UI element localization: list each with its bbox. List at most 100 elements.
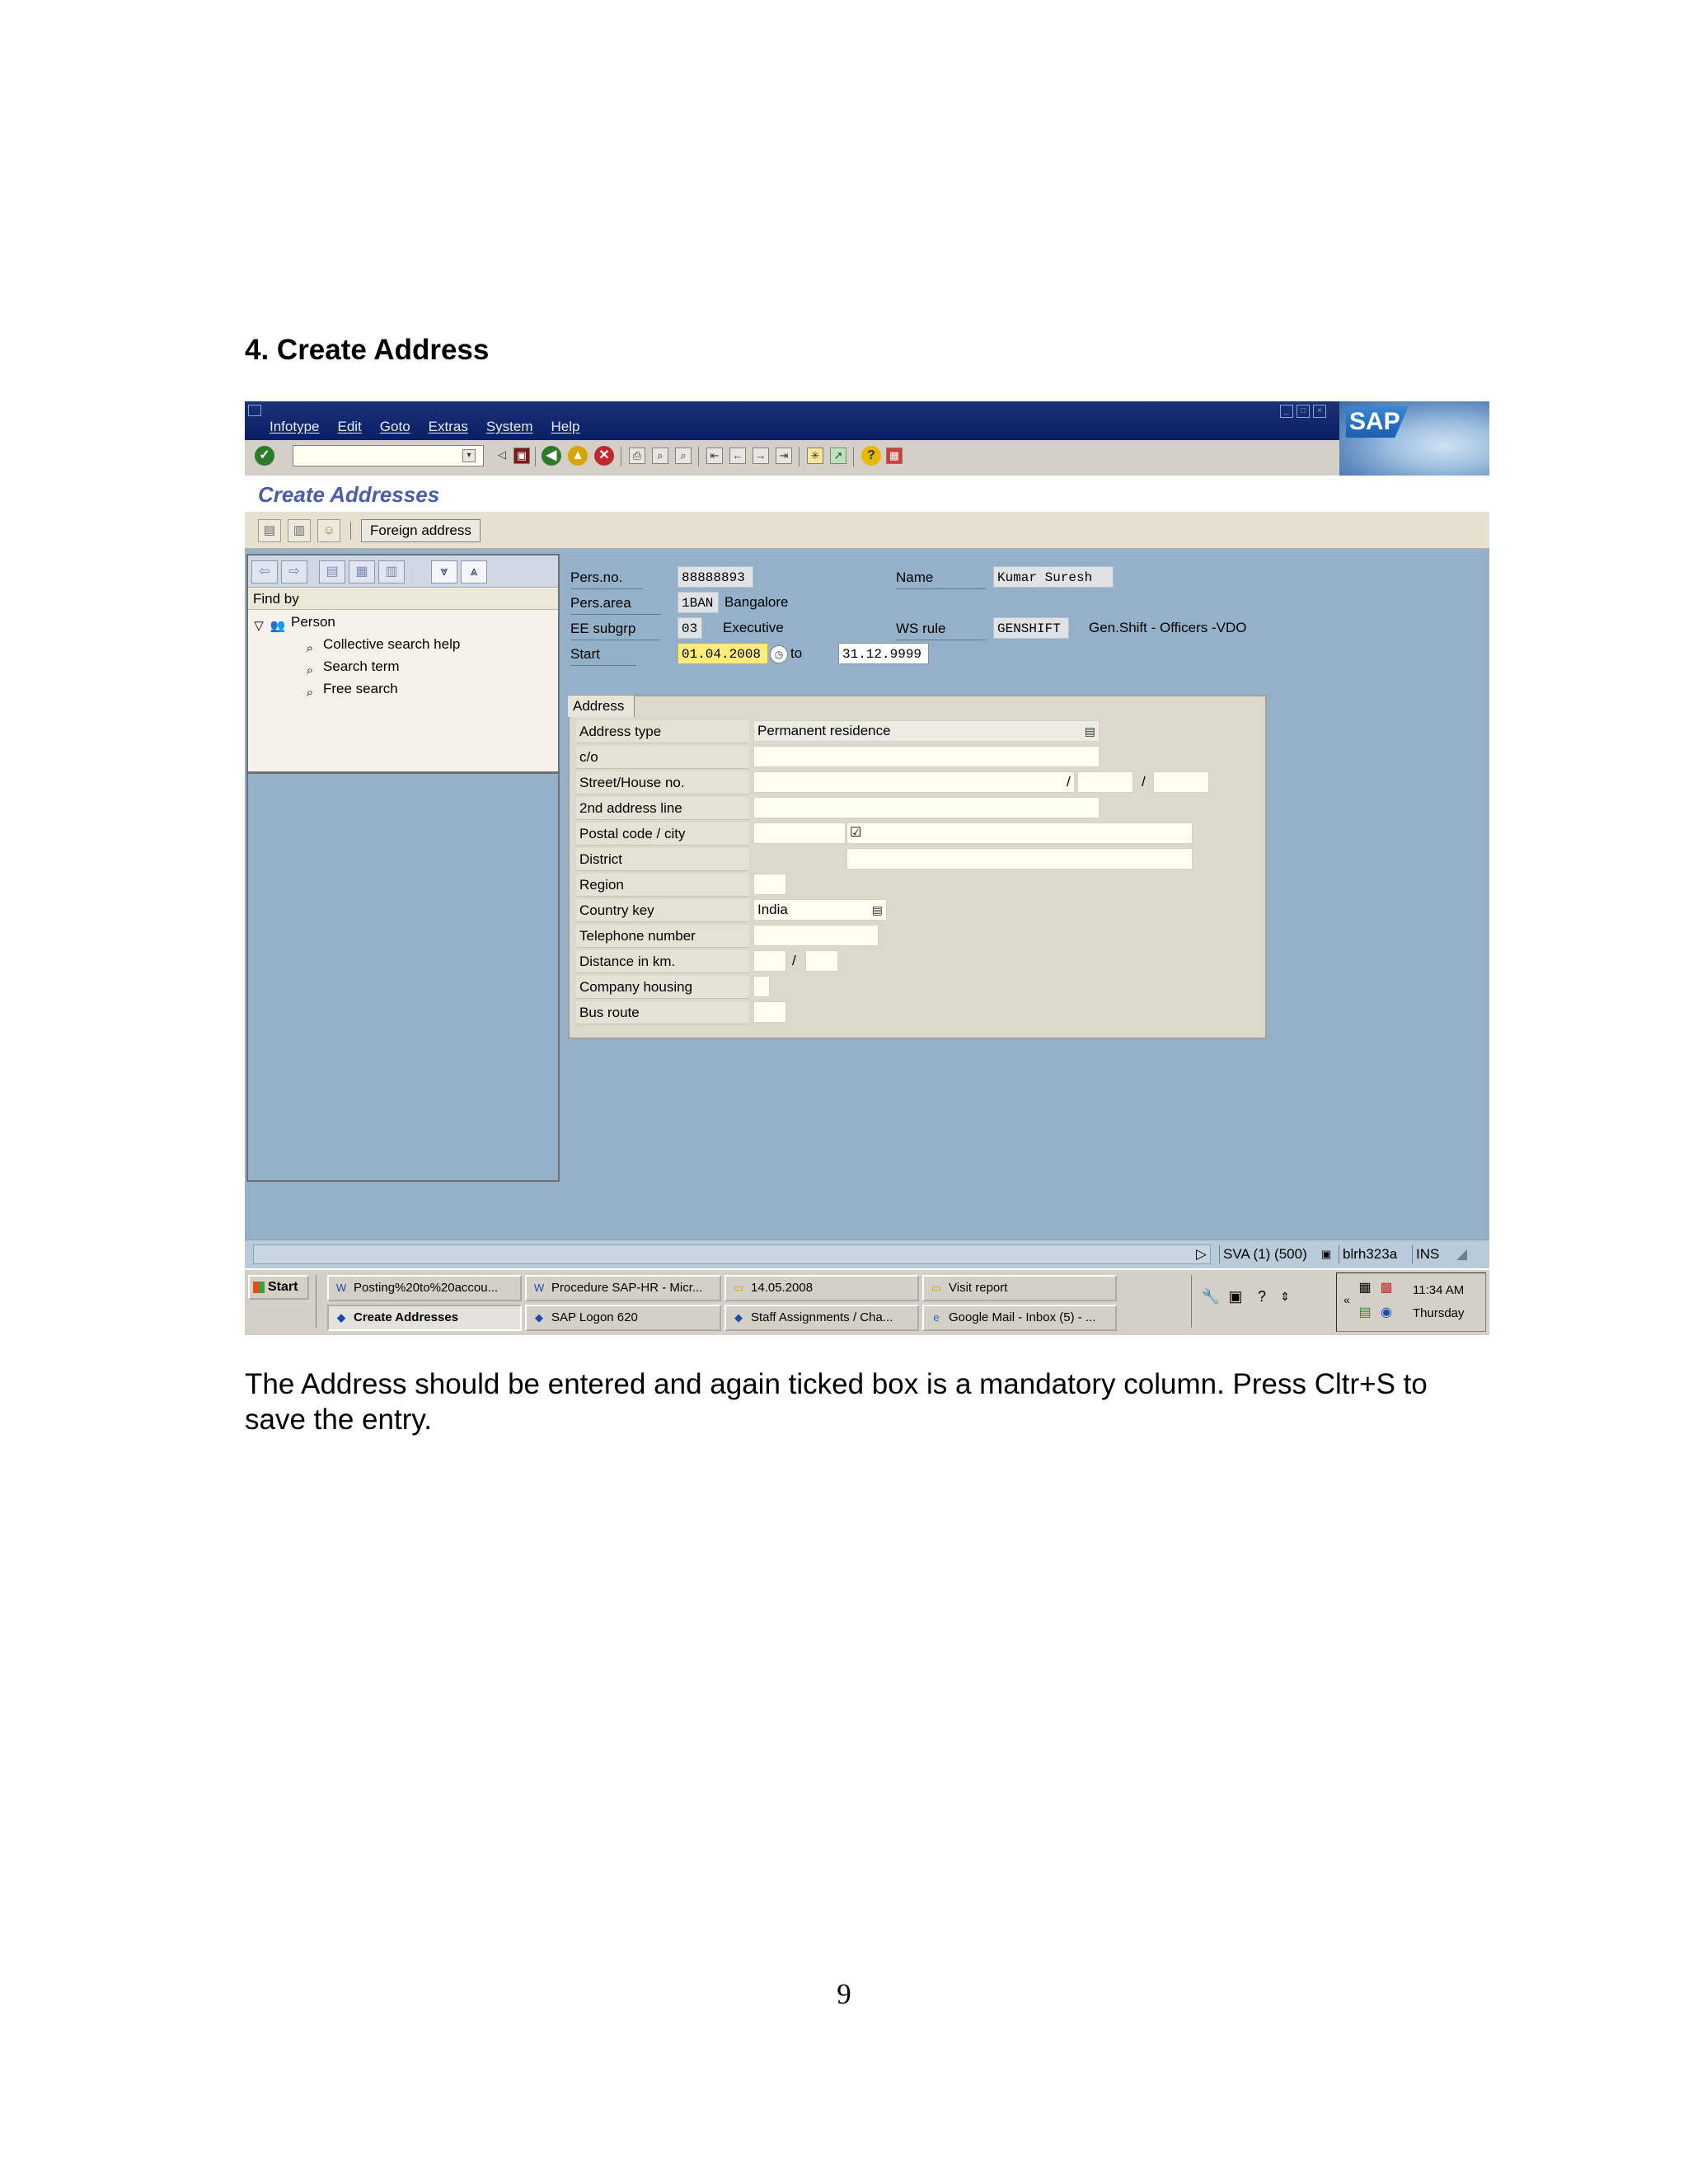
find-next-icon[interactable]: ⌕	[675, 448, 692, 464]
next-page-icon[interactable]: →	[753, 448, 769, 464]
tree-item-search-term[interactable]: ⌕ Search term	[301, 656, 400, 677]
nav-detail-icon[interactable]: ▦	[349, 560, 375, 583]
first-page-icon[interactable]: ⇤	[706, 448, 723, 464]
pers-area-label: Pers.area	[570, 592, 661, 615]
nav-forward-icon[interactable]: ⇨	[281, 560, 307, 583]
status-system[interactable]: SVA (1) (500)	[1219, 1245, 1311, 1263]
find-icon[interactable]: ⌕	[652, 448, 668, 464]
nav-table-icon[interactable]: ▥	[378, 560, 405, 583]
tray-clock[interactable]: 11:34 AM	[1413, 1283, 1464, 1297]
previous-page-icon[interactable]: ←	[729, 448, 746, 464]
company-housing-checkbox[interactable]	[753, 976, 770, 997]
shortcut-icon[interactable]: ↗	[830, 448, 846, 464]
distance-unit-input[interactable]	[805, 950, 838, 972]
house-number-input[interactable]	[1077, 771, 1133, 793]
telephone-input[interactable]	[753, 925, 879, 946]
taskbar-procedure-doc[interactable]: W Procedure SAP-HR - Micr...	[525, 1275, 721, 1301]
start-button[interactable]: Start	[248, 1275, 309, 1300]
word-doc-icon: W	[335, 1282, 347, 1294]
cancel-icon[interactable]: ✕	[594, 446, 614, 466]
taskbar-google-mail[interactable]: e Google Mail - Inbox (5) - ...	[922, 1305, 1117, 1331]
postal-city-label: Postal code / city	[576, 823, 749, 846]
nav-expand-icon[interactable]: ⩔	[431, 560, 457, 583]
nav-collapse-icon[interactable]: ⩓	[461, 560, 487, 583]
person-icon[interactable]: ☺	[317, 519, 340, 542]
collapse-triangle-icon[interactable]: ▽	[253, 618, 265, 635]
region-label: Region	[576, 874, 749, 897]
help-book-icon[interactable]: ?	[1252, 1286, 1272, 1306]
nav-back-icon[interactable]: ⇦	[251, 560, 278, 583]
help-icon[interactable]: ?	[861, 446, 881, 466]
tree-item-label: Collective search help	[323, 636, 461, 652]
save-icon[interactable]: ▣	[513, 448, 530, 464]
end-date-input[interactable]: 31.12.9999	[838, 643, 929, 664]
status-dropdown-icon[interactable]: ▣	[1318, 1245, 1334, 1263]
taskbar-visit-report[interactable]: ▭ Visit report	[922, 1275, 1117, 1301]
taskbar-sap-logon[interactable]: ◆ SAP Logon 620	[525, 1305, 721, 1331]
menu-help[interactable]: Help	[551, 419, 580, 438]
window-menu-icon[interactable]	[248, 405, 261, 416]
volume-icon[interactable]: ◉	[1376, 1303, 1396, 1323]
tray-expand-icon[interactable]: «	[1337, 1290, 1357, 1310]
last-page-icon[interactable]: ⇥	[776, 448, 792, 464]
dropdown-icon[interactable]: ▾	[462, 449, 476, 462]
lan-icon[interactable]: ▤	[1355, 1303, 1375, 1323]
taskbar-posting-doc[interactable]: W Posting%20to%20accou...	[327, 1275, 522, 1301]
tools-icon[interactable]: 🔧	[1201, 1286, 1221, 1306]
taskbar-folder-date[interactable]: ▭ 14.05.2008	[724, 1275, 919, 1301]
quicklaunch-menu-icon[interactable]: ⇕	[1275, 1286, 1295, 1306]
taskbar-staff-assignments[interactable]: ◆ Staff Assignments / Cha...	[724, 1305, 919, 1331]
security-icon[interactable]: ▩	[1376, 1278, 1396, 1298]
taskbar-label: Create Addresses	[354, 1310, 459, 1324]
second-line-input[interactable]	[753, 797, 1100, 818]
district-input[interactable]	[846, 848, 1193, 869]
status-expand-icon[interactable]: ▷	[1193, 1245, 1210, 1263]
exit-icon[interactable]: ▲	[568, 446, 588, 466]
bus-route-input[interactable]	[753, 1001, 786, 1023]
postal-code-input[interactable]	[753, 823, 846, 844]
back-icon[interactable]: ◀	[542, 446, 561, 466]
status-mode: INS	[1412, 1245, 1442, 1263]
menu-system[interactable]: System	[486, 419, 533, 438]
city-input[interactable]	[846, 823, 1193, 844]
command-field[interactable]	[293, 445, 484, 466]
network-icon[interactable]: ▦	[1355, 1278, 1375, 1298]
tree-item-free-search[interactable]: ⌕ Free search	[301, 678, 398, 700]
layout-icon[interactable]: ▦	[886, 448, 903, 464]
menu-edit[interactable]: Edit	[338, 419, 362, 438]
distance-input[interactable]	[753, 950, 786, 972]
taskbar-create-addresses[interactable]: ◆ Create Addresses	[327, 1305, 522, 1331]
street-slash-2: /	[1142, 774, 1146, 790]
print-icon[interactable]: ⎙	[629, 448, 645, 464]
list-icon[interactable]: ▥	[288, 519, 311, 542]
tree-item-collective-search-help[interactable]: ⌕ Collective search help	[301, 634, 461, 655]
menu-bar: Infotype Edit Goto Extras System Help	[270, 419, 598, 438]
region-input[interactable]	[753, 874, 786, 895]
menu-extras[interactable]: Extras	[429, 419, 468, 438]
tree-node-person[interactable]: ▽ 👥 Person	[253, 612, 335, 633]
enter-icon[interactable]: ✓	[255, 446, 274, 466]
country-select[interactable]: India	[753, 899, 887, 921]
resize-grip-icon[interactable]: ◢	[1453, 1245, 1470, 1263]
co-input[interactable]	[753, 746, 1100, 767]
back-arrow-icon[interactable]: ◁	[494, 448, 510, 464]
menu-goto[interactable]: Goto	[380, 419, 410, 438]
pers-no-label: Pers.no.	[570, 566, 643, 589]
display-icon[interactable]: ▣	[1226, 1286, 1245, 1306]
close-icon[interactable]: ×	[1313, 405, 1326, 418]
street-input[interactable]	[753, 771, 1075, 793]
navigator-tree-area: ⇦ ⇨ ▤ ▦ ▥ ⩔ ⩓ Find by ▽ 👥 Person ⌕ Collecti…	[248, 555, 558, 774]
foreign-address-button[interactable]: Foreign address	[361, 519, 481, 542]
address-type-select[interactable]: Permanent residence	[753, 720, 1100, 742]
new-session-icon[interactable]: ✳	[807, 448, 823, 464]
start-date-input[interactable]: 01.04.2008	[678, 643, 768, 664]
maximize-icon[interactable]: □	[1296, 405, 1310, 418]
date-picker-icon[interactable]: ◷	[770, 645, 788, 663]
house-number-supplement-input[interactable]	[1153, 771, 1209, 793]
nav-overview-icon[interactable]: ▤	[319, 560, 345, 583]
overview-icon[interactable]: ▤	[258, 519, 281, 542]
sap-logon-icon: ◆	[535, 1311, 543, 1324]
taskbar-label: Posting%20to%20accou...	[354, 1281, 499, 1295]
menu-infotype[interactable]: Infotype	[270, 419, 320, 438]
minimize-icon[interactable]: _	[1280, 405, 1293, 418]
